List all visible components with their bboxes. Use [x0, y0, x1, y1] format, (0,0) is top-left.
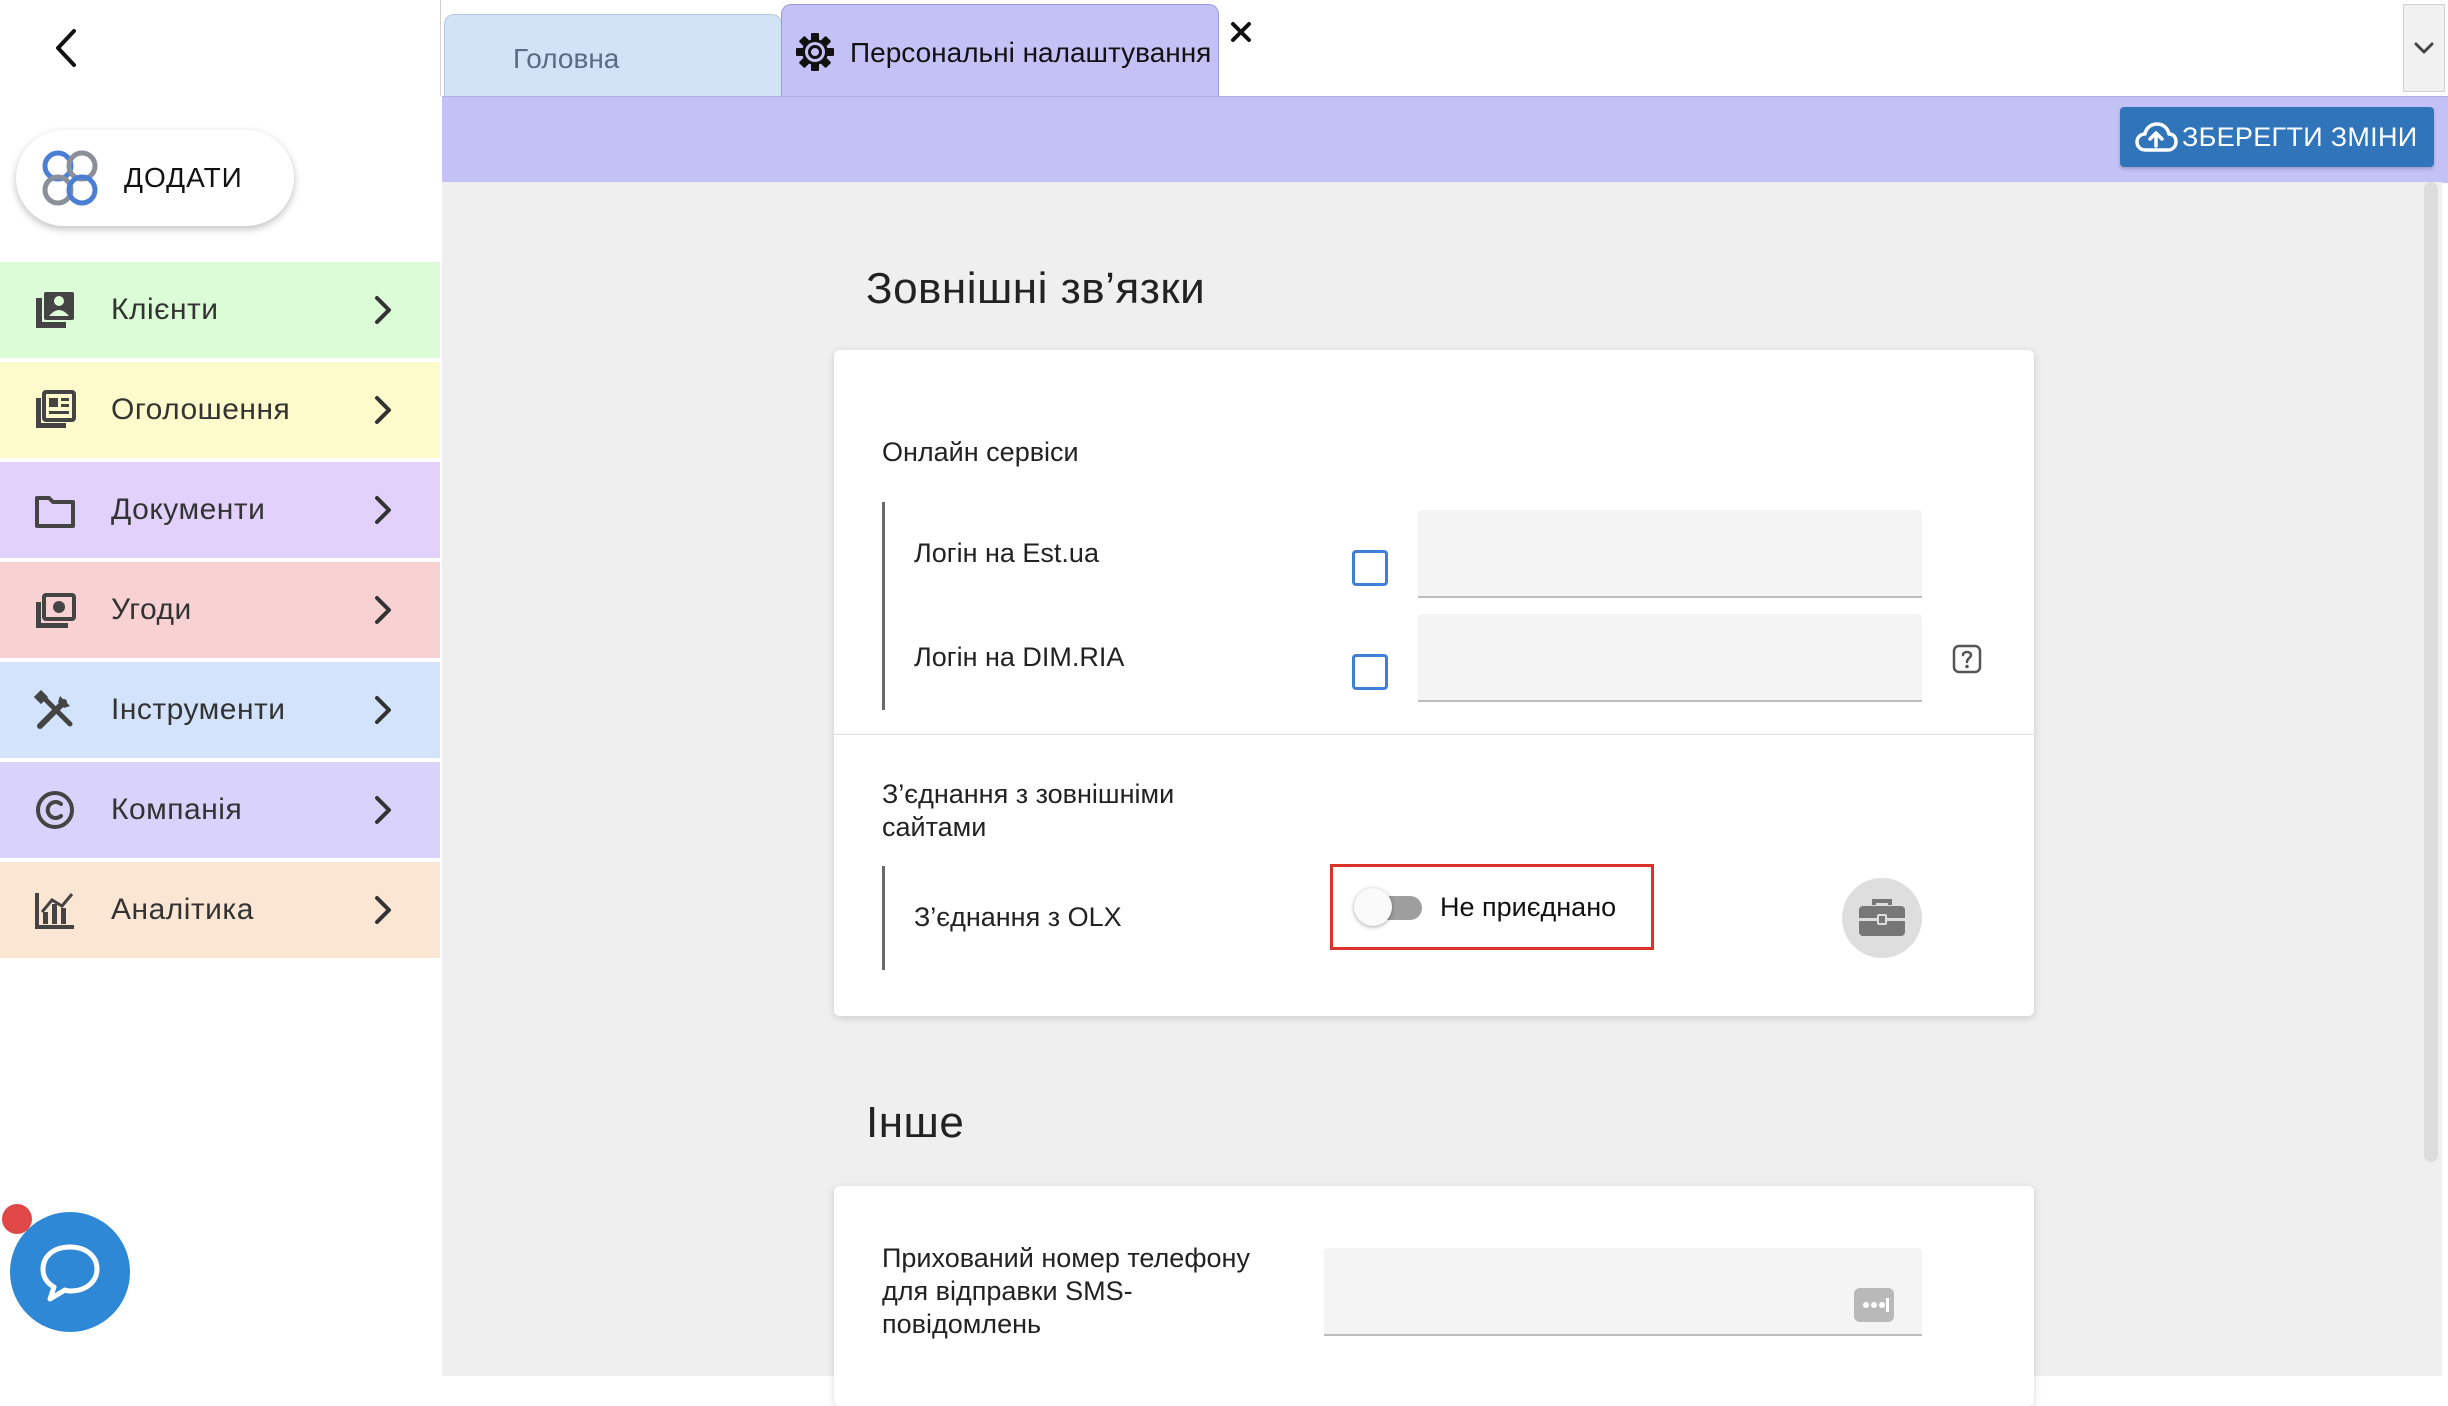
- sidebar-item-label: Компанія: [111, 793, 243, 826]
- folder-icon: [35, 496, 75, 528]
- chevron-right-icon: [375, 296, 391, 324]
- sidebar-item-clients[interactable]: Клієнти: [0, 262, 440, 358]
- briefcase-icon: [1859, 899, 1905, 936]
- online-services-title: Онлайн сервіси: [882, 437, 1079, 467]
- gear-icon: [796, 33, 834, 71]
- tab-bar: Головна Персональні налаштування: [440, 0, 2448, 99]
- close-icon[interactable]: [1228, 19, 1254, 45]
- other-card: Прихований номер телефону для відправки …: [834, 1186, 2034, 1406]
- settings-toolbar: ЗБЕРЕГТИ ЗМІНИ: [442, 96, 2448, 183]
- chevron-right-icon: [375, 896, 391, 924]
- external-links-card: Онлайн сервіси Логін на Est.ua Логін на …: [834, 350, 2034, 1016]
- sidebar-item-company[interactable]: Компанія: [0, 762, 440, 858]
- dimria-login-input[interactable]: [1418, 614, 1922, 702]
- external-links-title: Зовнішні зв’язки: [866, 264, 1206, 313]
- chat-bubble-icon: [40, 1244, 100, 1302]
- tab-personal-settings[interactable]: Персональні налаштування: [781, 4, 1251, 99]
- chevron-right-icon: [375, 496, 391, 524]
- tab-settings-label: Персональні налаштування: [850, 37, 1212, 68]
- tab-home[interactable]: Головна: [444, 14, 782, 97]
- group-bar: [882, 866, 885, 970]
- app-logo-icon: [42, 150, 98, 206]
- hidden-phone-input[interactable]: [1324, 1248, 1922, 1336]
- save-changes-label: ЗБЕРЕГТИ ЗМІНИ: [2182, 121, 2418, 152]
- sidebar-item-label: Оголошення: [111, 393, 291, 426]
- olx-settings-button[interactable]: [1842, 878, 1922, 958]
- hidden-phone-label: Прихований номер телефону для відправки …: [882, 1243, 1250, 1339]
- external-sites-title: З’єднання з зовнішніми сайтами: [882, 779, 1175, 842]
- chat-button[interactable]: [10, 1212, 130, 1332]
- chevron-left-icon: [56, 29, 76, 67]
- section-divider: [834, 734, 2034, 735]
- help-icon[interactable]: [1952, 644, 1982, 674]
- money-icon: [36, 593, 76, 628]
- olx-status-label: Не приєднано: [1440, 892, 1617, 922]
- sidebar-item-label: Угоди: [111, 593, 192, 626]
- copyright-icon: [36, 791, 74, 829]
- tabs-dropdown-button[interactable]: [2403, 4, 2445, 92]
- est-login-input[interactable]: [1418, 510, 1922, 598]
- dimria-login-checkbox[interactable]: [1352, 654, 1388, 690]
- chevron-down-icon: [2414, 42, 2434, 54]
- save-changes-button[interactable]: ЗБЕРЕГТИ ЗМІНИ: [2120, 107, 2434, 167]
- other-title: Інше: [866, 1098, 965, 1147]
- olx-connection-label: З’єднання з OLX: [914, 902, 1122, 932]
- back-button[interactable]: [44, 26, 88, 70]
- sidebar-item-documents[interactable]: Документи: [0, 462, 440, 558]
- sidebar-item-analytics[interactable]: Аналітика: [0, 862, 440, 958]
- sidebar-item-deals[interactable]: Угоди: [0, 562, 440, 658]
- chevron-right-icon: [375, 396, 391, 424]
- listings-icon: [36, 390, 76, 428]
- est-login-label: Логін на Est.ua: [914, 538, 1099, 568]
- dimria-login-label: Логін на DIM.RIA: [914, 642, 1125, 672]
- sidebar-item-label: Клієнти: [111, 293, 219, 326]
- content-scrollbar[interactable]: [2424, 182, 2438, 1162]
- notification-dot: [2, 1204, 32, 1234]
- contacts-book-icon: [36, 292, 74, 328]
- chevron-right-icon: [375, 796, 391, 824]
- est-login-checkbox[interactable]: [1352, 550, 1388, 586]
- sidebar-item-tools[interactable]: Інструменти: [0, 662, 440, 758]
- sidebar-item-label: Інструменти: [111, 693, 286, 726]
- chevron-right-icon: [375, 596, 391, 624]
- sms-icon[interactable]: [1852, 1286, 1896, 1326]
- sidebar-menu: Клієнти Оголошення Документи Угоди Інстр…: [0, 262, 440, 962]
- sidebar-item-label: Документи: [111, 493, 266, 526]
- cloud-upload-icon: [2135, 122, 2178, 152]
- tab-home-label: Головна: [513, 43, 620, 74]
- add-button[interactable]: ДОДАТИ: [16, 130, 294, 226]
- toggle-knob: [1354, 888, 1392, 926]
- sidebar-item-label: Аналітика: [111, 893, 254, 926]
- tools-icon: [34, 690, 73, 729]
- analytics-icon: [35, 893, 74, 929]
- olx-connection-toggle[interactable]: [1354, 886, 1426, 926]
- chevron-right-icon: [375, 696, 391, 724]
- group-bar: [882, 502, 885, 710]
- sidebar-item-listings[interactable]: Оголошення: [0, 362, 440, 458]
- add-button-label: ДОДАТИ: [124, 162, 243, 193]
- sidebar: ДОДАТИ Клієнти Оголошення Документи Угод…: [0, 0, 440, 1376]
